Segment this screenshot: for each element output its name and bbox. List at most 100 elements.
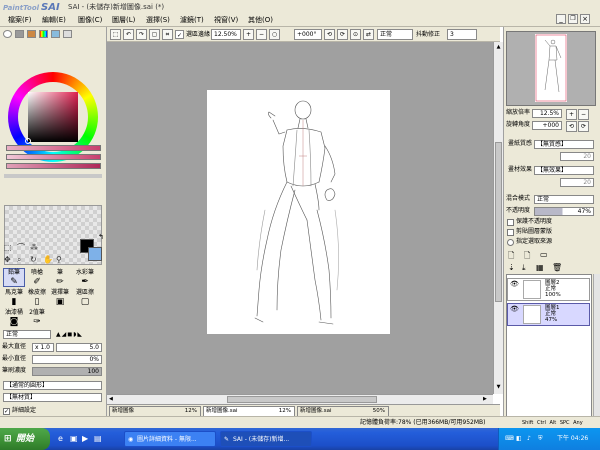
vertical-scrollbar[interactable]: ▲ ▼: [493, 42, 503, 394]
opacity-slider[interactable]: 47%: [534, 207, 594, 216]
zoom-in-icon[interactable]: +: [243, 29, 254, 40]
nav-rotate-right-icon[interactable]: ⟳: [578, 121, 589, 132]
horizontal-scrollbar[interactable]: ◀ ▶: [107, 394, 493, 404]
paper-effect-select[interactable]: 【無效果】: [534, 166, 594, 175]
brush-shape-select[interactable]: 【通常的圓形】: [3, 381, 102, 390]
brush-select-eraser[interactable]: 選區擦 ▢: [72, 288, 98, 307]
gradient-tab-icon[interactable]: [39, 30, 48, 38]
zoom-box[interactable]: 12.50%: [211, 29, 241, 40]
redo-icon[interactable]: ↷: [136, 29, 147, 40]
green-slider[interactable]: [6, 154, 101, 160]
paper-texture-select[interactable]: 【無質感】: [534, 140, 594, 149]
eyedropper-icon[interactable]: ⚲: [56, 255, 62, 264]
minimize-icon[interactable]: _: [556, 14, 566, 24]
color-picker-cursor[interactable]: [25, 138, 31, 144]
close-icon[interactable]: ×: [580, 14, 590, 24]
scroll-down-icon[interactable]: ▼: [495, 384, 502, 391]
zoom-reset-icon[interactable]: ○: [269, 29, 280, 40]
menu-select[interactable]: 選擇(S): [146, 15, 170, 25]
scroll-left-icon[interactable]: ◀: [109, 396, 113, 402]
zoom-tool-icon[interactable]: ⌕: [17, 255, 21, 264]
start-button[interactable]: ⊞ 開始: [0, 428, 50, 450]
deselect-icon[interactable]: ⬚: [110, 29, 121, 40]
menu-filter[interactable]: 濾鏡(T): [180, 15, 204, 25]
eye-icon[interactable]: 👁: [510, 281, 519, 288]
new-folder-icon[interactable]: ▭: [540, 250, 548, 259]
menu-edit[interactable]: 編輯(E): [42, 15, 66, 25]
max-diameter-multiplier[interactable]: x 1.0: [32, 343, 54, 352]
brush-edge-shapes[interactable]: ▲◢◼◗◣: [56, 330, 104, 339]
magic-wand-icon[interactable]: ⁂: [30, 243, 38, 252]
tray-volume-icon[interactable]: ♪: [527, 428, 531, 450]
blue-slider[interactable]: [6, 163, 101, 169]
detail-setting-checkbox[interactable]: ✓: [3, 408, 10, 415]
toolbar-blend-mode[interactable]: 正常: [377, 29, 413, 40]
menu-layer[interactable]: 圖層(L): [112, 15, 135, 25]
preserve-opacity-checkbox[interactable]: [507, 219, 514, 226]
rect-select-icon[interactable]: ⬚: [4, 243, 12, 252]
quicklaunch-media-icon[interactable]: ▶: [82, 434, 88, 443]
brush-binary-pen[interactable]: 2值筆 ✑: [26, 308, 48, 327]
paper-texture-strength[interactable]: 20: [560, 152, 594, 161]
taskbar-item-browser[interactable]: ◉ 圖片詳細資料 - 無限...: [124, 431, 216, 447]
max-diameter-value[interactable]: 5.0: [56, 343, 102, 352]
quicklaunch-desktop-icon[interactable]: ▣: [70, 434, 78, 443]
nav-angle-value[interactable]: +000: [532, 121, 562, 130]
restore-icon[interactable]: ❐: [568, 14, 578, 24]
merge-down-icon[interactable]: ⤓: [522, 263, 526, 273]
swatch-tab-icon[interactable]: [51, 30, 60, 38]
move-icon[interactable]: ✥: [4, 255, 11, 264]
transfer-down-icon[interactable]: ⇣: [508, 263, 515, 272]
menu-window[interactable]: 視窗(V): [214, 15, 238, 25]
layer-blend-select[interactable]: 正常: [534, 195, 594, 204]
rotate-left-icon[interactable]: ⟲: [324, 29, 335, 40]
brush-bucket[interactable]: 油漆桶 ◙: [3, 308, 25, 327]
horizontal-scroll-thumb[interactable]: [227, 396, 377, 403]
brush-airbrush[interactable]: 噴槍 ✐: [26, 268, 48, 287]
lasso-icon[interactable]: ⌒: [17, 243, 25, 252]
canvas-area[interactable]: [107, 42, 493, 394]
nav-zoom-value[interactable]: 12.5%: [532, 109, 562, 118]
rotate-right-icon[interactable]: ⟳: [337, 29, 348, 40]
rotate-tool-icon[interactable]: ↻: [30, 255, 37, 264]
nav-rotate-left-icon[interactable]: ⟲: [566, 121, 577, 132]
selection-edge-checkbox[interactable]: ✓: [175, 30, 184, 39]
angle-box[interactable]: +000°: [294, 29, 322, 40]
brush-mode-select[interactable]: 正常: [3, 330, 51, 339]
stabilizer-box[interactable]: 3: [447, 29, 477, 40]
min-diameter-value[interactable]: 0%: [32, 355, 102, 364]
brush-watercolor[interactable]: 水彩筆 ✒: [72, 268, 98, 287]
rgb-slider-tab-icon[interactable]: [15, 30, 24, 38]
brush-pencil[interactable]: 鉛筆 ✎: [3, 268, 25, 287]
layer-list-scrollbar[interactable]: [593, 274, 600, 417]
tray-security-icon[interactable]: ⛨: [538, 428, 543, 450]
menu-others[interactable]: 其他(O): [248, 15, 273, 25]
new-layer-icon[interactable]: 🗋: [508, 250, 514, 264]
brush-eraser[interactable]: 橡皮擦 ▯: [26, 288, 48, 307]
brush-marker[interactable]: 馬克筆 ▮: [3, 288, 25, 307]
crop-icon[interactable]: ⌗: [162, 29, 173, 40]
flip-icon[interactable]: ⇄: [363, 29, 374, 40]
rotate-reset-icon[interactable]: ⊙: [350, 29, 361, 40]
clear-layer-icon[interactable]: ▦: [536, 263, 544, 272]
menu-file[interactable]: 檔案(F): [8, 15, 32, 25]
menu-canvas[interactable]: 圖像(C): [78, 15, 102, 25]
new-linework-layer-icon[interactable]: 🗋: [524, 250, 530, 264]
swap-colors-icon[interactable]: ↰: [98, 233, 104, 241]
tray-network-icon[interactable]: ◧: [516, 428, 522, 450]
brush-brush[interactable]: 筆 ✏: [49, 268, 71, 287]
density-value[interactable]: 100: [32, 367, 102, 376]
nav-zoom-in-icon[interactable]: +: [566, 109, 577, 120]
selection-source-radio[interactable]: [507, 239, 514, 246]
navigator-preview[interactable]: [506, 31, 596, 106]
hand-icon[interactable]: ✋: [43, 255, 53, 264]
clipping-group-checkbox[interactable]: [507, 229, 514, 236]
scroll-up-icon[interactable]: ▲: [495, 44, 502, 51]
hsv-slider-tab-icon[interactable]: [27, 30, 36, 38]
drawing-canvas[interactable]: [207, 90, 390, 334]
eye-icon[interactable]: 👁: [510, 306, 519, 313]
scroll-right-icon[interactable]: ▶: [483, 396, 487, 402]
paper-effect-strength[interactable]: 20: [560, 178, 594, 187]
tray-keyboard-icon[interactable]: ⌨: [505, 428, 514, 450]
scratchpad-tab-icon[interactable]: [63, 30, 72, 38]
